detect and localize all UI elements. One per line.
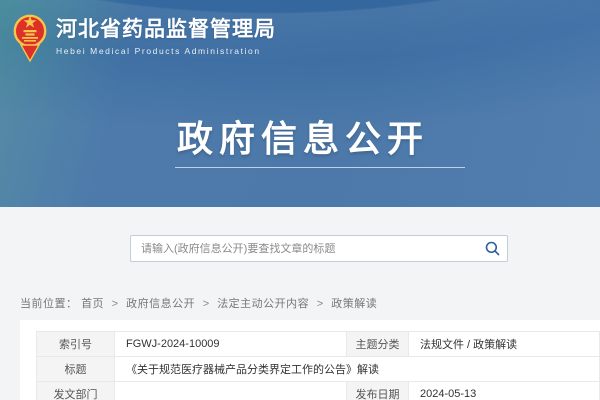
- title-label: 标题: [37, 357, 115, 382]
- document-meta-table: 索引号 FGWJ-2024-10009 主题分类 法规文件 / 政策解读 标题 …: [36, 331, 600, 400]
- breadcrumb-separator: >: [112, 298, 119, 310]
- table-row: 索引号 FGWJ-2024-10009 主题分类 法规文件 / 政策解读: [37, 332, 600, 357]
- index-number-value: FGWJ-2024-10009: [115, 332, 347, 357]
- breadcrumb: 当前位置： 首页 > 政府信息公开 > 法定主动公开内容 > 政策解读: [20, 295, 377, 311]
- site-logo[interactable]: 河北省药品监督管理局 Hebei Medical Products Admini…: [13, 9, 276, 63]
- breadcrumb-item-gov-info[interactable]: 政府信息公开: [126, 298, 195, 310]
- content-area: 当前位置： 首页 > 政府信息公开 > 法定主动公开内容 > 政策解读 索引号 …: [0, 207, 600, 400]
- table-row: 标题 《关于规范医疗器械产品分类界定工作的公告》解读: [37, 357, 600, 382]
- national-emblem-icon: [13, 9, 47, 63]
- search-icon: [485, 241, 500, 256]
- title-underline: [175, 167, 465, 168]
- breadcrumb-item-disclosure[interactable]: 法定主动公开内容: [217, 298, 309, 310]
- breadcrumb-separator: >: [203, 298, 210, 310]
- page-title: 政府信息公开: [0, 110, 600, 162]
- search-button[interactable]: [477, 236, 507, 261]
- publish-date-value: 2024-05-13: [409, 382, 600, 400]
- search-box: [130, 235, 508, 262]
- breadcrumb-item-home[interactable]: 首页: [81, 298, 104, 310]
- publish-date-label: 发布日期: [347, 382, 409, 400]
- issuing-dept-value: [115, 382, 347, 400]
- title-value: 《关于规范医疗器械产品分类界定工作的公告》解读: [115, 357, 600, 382]
- org-name-zh: 河北省药品监督管理局: [56, 17, 276, 43]
- subject-category-label: 主题分类: [347, 332, 409, 357]
- table-row: 发文部门 发布日期 2024-05-13: [37, 382, 600, 400]
- index-number-label: 索引号: [37, 332, 115, 357]
- org-name-en: Hebei Medical Products Administration: [56, 46, 276, 56]
- search-input[interactable]: [131, 243, 477, 255]
- issuing-dept-label: 发文部门: [37, 382, 115, 400]
- breadcrumb-item-policy[interactable]: 政策解读: [331, 298, 377, 310]
- breadcrumb-prefix: 当前位置：: [20, 298, 78, 310]
- subject-category-value: 法规文件 / 政策解读: [409, 332, 600, 357]
- banner: 河北省药品监督管理局 Hebei Medical Products Admini…: [0, 0, 600, 207]
- breadcrumb-separator: >: [317, 298, 324, 310]
- document-panel: 索引号 FGWJ-2024-10009 主题分类 法规文件 / 政策解读 标题 …: [20, 320, 600, 400]
